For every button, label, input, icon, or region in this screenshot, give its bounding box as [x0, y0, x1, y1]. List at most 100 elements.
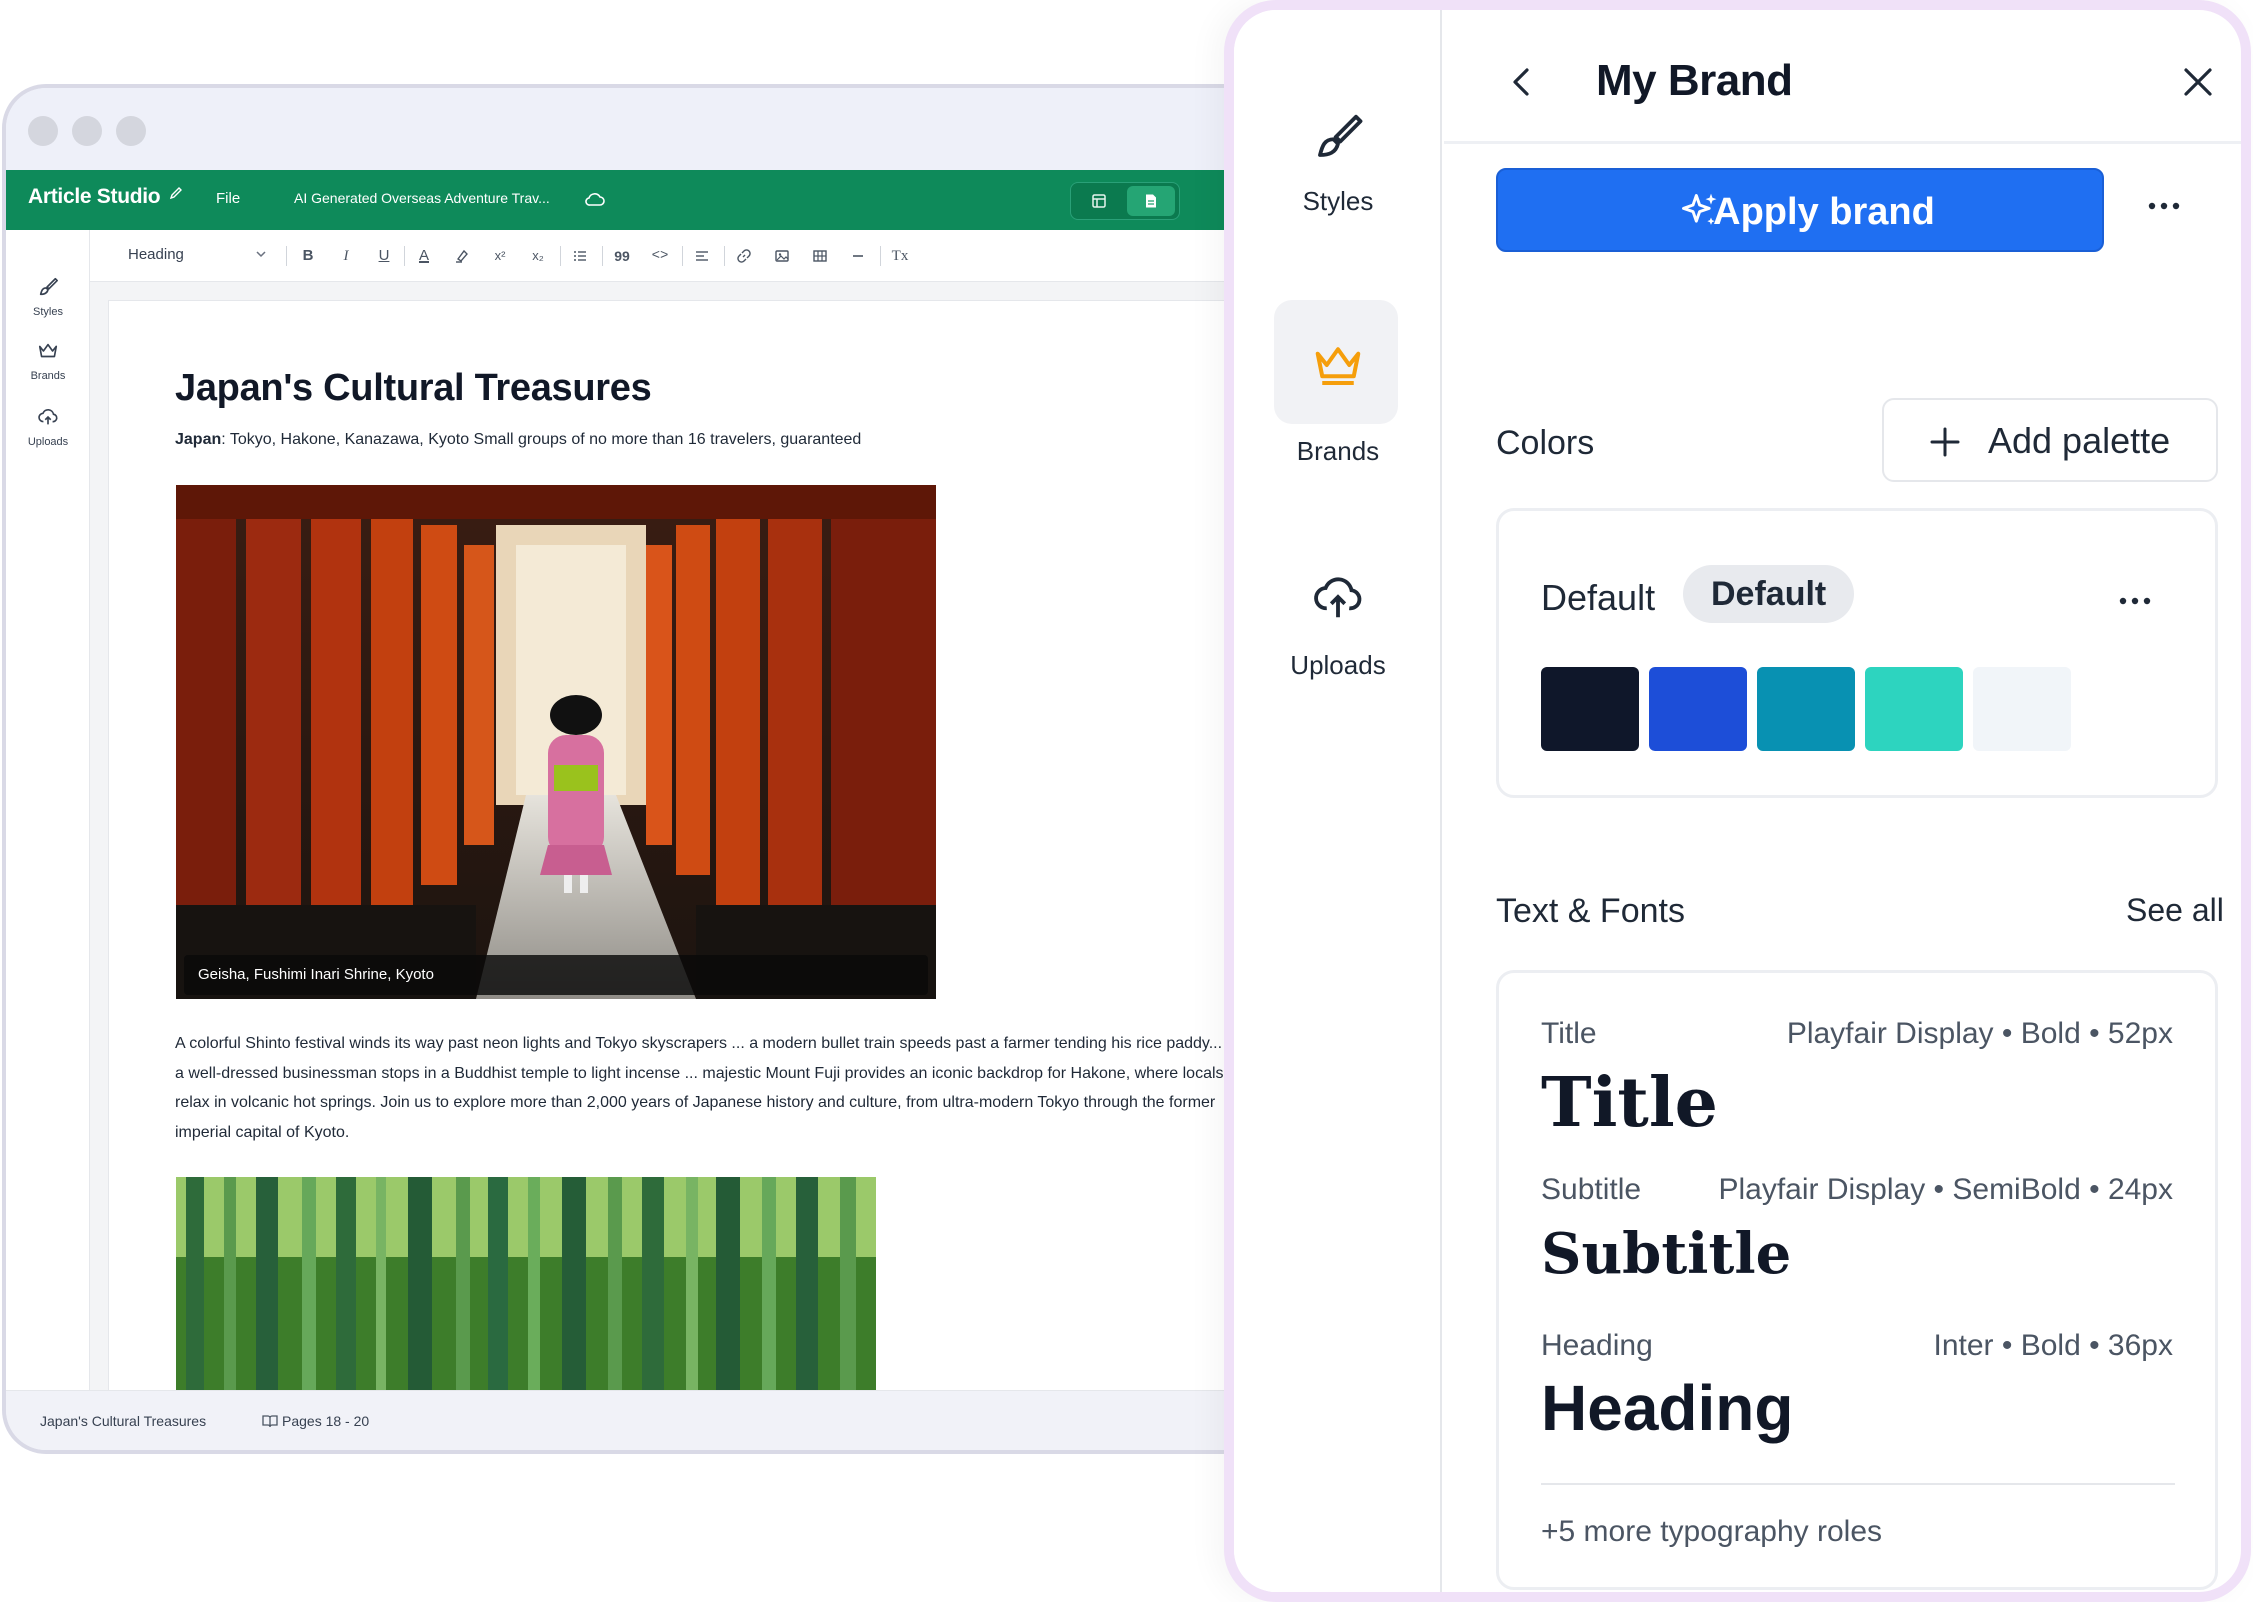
bullet-list-button[interactable] [568, 244, 592, 268]
subscript-button[interactable]: x₂ [526, 244, 550, 268]
paintbrush-icon [39, 277, 58, 296]
italic-button[interactable]: I [334, 244, 358, 268]
text-color-button[interactable]: A [412, 244, 436, 268]
rail-item-styles[interactable]: Styles [6, 276, 90, 318]
back-arrow-icon[interactable] [1502, 62, 1542, 102]
document-subtitle[interactable]: Japan: Tokyo, Hakone, Kanazawa, Kyoto Sm… [175, 431, 861, 449]
editor-window: Article Studio File AI Generated Oversea… [2, 84, 1362, 1454]
divider-button[interactable] [846, 244, 870, 268]
color-swatch[interactable] [1649, 667, 1747, 751]
toolbar-divider [404, 246, 405, 266]
more-options-icon[interactable] [2144, 196, 2184, 216]
panel-rail-label-brands: Brands [1296, 436, 1380, 466]
panel-rail-label-uploads: Uploads [1290, 650, 1386, 680]
document-name[interactable]: AI Generated Overseas Adventure Trav... [294, 190, 550, 206]
apply-brand-button[interactable]: Apply brand [1496, 168, 2104, 252]
chevron-down-icon [256, 251, 266, 258]
color-swatch[interactable] [1973, 667, 2071, 751]
more-typography-roles-link[interactable]: +5 more typography roles [1541, 1515, 1882, 1549]
panel-rail-item-brands[interactable]: Brands [1234, 338, 1442, 467]
add-palette-button[interactable]: Add palette [1882, 398, 2218, 482]
panel-rail-item-styles[interactable]: Styles [1234, 110, 1442, 217]
quote-button[interactable]: 99 [610, 244, 634, 268]
bold-button[interactable]: B [296, 244, 320, 268]
document-page[interactable]: Japan's Cultural Treasures Japan: Tokyo,… [108, 300, 1358, 1410]
palette-card[interactable]: Default Default [1496, 508, 2218, 798]
typography-sample-subtitle[interactable]: Subtitle [1541, 1221, 1791, 1287]
shrine-photo[interactable]: Geisha, Fushimi Inari Shrine, Kyoto [176, 485, 936, 999]
link-icon [737, 249, 751, 263]
add-palette-label: Add palette [1988, 420, 2171, 461]
subtitle-text: : Tokyo, Hakone, Kanazawa, Kyoto Small g… [221, 431, 862, 448]
color-swatch[interactable] [1541, 667, 1639, 751]
link-button[interactable] [732, 244, 756, 268]
window-maximize-dot[interactable] [116, 116, 146, 146]
window-minimize-dot[interactable] [72, 116, 102, 146]
cloud-upload-icon [1314, 577, 1362, 618]
brand-panel: Styles Brands Uploads My Brand Apply bra… [1224, 0, 2251, 1602]
layout-view-button[interactable] [1075, 186, 1123, 216]
crown-icon [1315, 347, 1361, 386]
window-titlebar [6, 88, 1358, 170]
torii-gates-image [176, 485, 936, 999]
block-style-select[interactable]: Heading [128, 240, 278, 270]
file-menu[interactable]: File [216, 190, 240, 207]
align-left-icon [696, 251, 708, 261]
close-icon[interactable] [2178, 62, 2218, 102]
horizontal-rule-icon [853, 255, 863, 257]
see-all-link[interactable]: See all [2126, 892, 2224, 929]
cloud-sync-icon[interactable] [584, 191, 606, 207]
status-document-title: Japan's Cultural Treasures [40, 1413, 207, 1429]
typography-spec-title: Playfair Display • Bold • 52px [1786, 1017, 2173, 1050]
crown-icon [38, 343, 58, 358]
superscript-button[interactable]: x² [488, 244, 512, 268]
document-body-paragraph[interactable]: A colorful Shinto festival winds its way… [175, 1029, 1235, 1147]
document-title[interactable]: Japan's Cultural Treasures [175, 367, 652, 410]
document-canvas: Japan's Cultural Treasures Japan: Tokyo,… [90, 282, 1358, 1410]
align-button[interactable] [690, 244, 714, 268]
color-swatch[interactable] [1757, 667, 1855, 751]
table-button[interactable] [808, 244, 832, 268]
editor-left-rail: Styles Brands Uploads [6, 230, 90, 1390]
panel-rail-item-uploads[interactable]: Uploads [1234, 570, 1442, 681]
palette-more-icon[interactable] [2115, 591, 2155, 611]
color-swatch[interactable] [1865, 667, 1963, 751]
typography-sample-heading[interactable]: Heading [1541, 1371, 1793, 1445]
status-pages[interactable]: Pages 18 - 20 [262, 1413, 369, 1429]
view-toggle [1070, 182, 1180, 220]
code-button[interactable]: <> [648, 244, 672, 268]
palette-name: Default [1541, 577, 1656, 618]
layout-icon [1092, 194, 1106, 208]
rail-item-uploads[interactable]: Uploads [6, 406, 90, 448]
typography-role-subtitle: Subtitle [1541, 1173, 1642, 1206]
cloud-upload-icon [38, 408, 58, 425]
typography-divider [1541, 1483, 2175, 1485]
typography-role-heading: Heading [1541, 1329, 1653, 1362]
pen-icon [169, 187, 182, 200]
underline-button[interactable]: U [372, 244, 396, 268]
panel-content: My Brand Apply brand Colors Add palette … [1444, 10, 2241, 1592]
photo-caption[interactable]: Geisha, Fushimi Inari Shrine, Kyoto [184, 955, 928, 995]
colors-heading: Colors [1496, 424, 1595, 462]
rail-item-brands[interactable]: Brands [6, 340, 90, 382]
window-close-dot[interactable] [28, 116, 58, 146]
panel-header: My Brand [1444, 10, 2241, 144]
typography-sample-title[interactable]: Title [1541, 1063, 1718, 1143]
toolbar-divider [560, 246, 561, 266]
typography-spec-heading: Inter • Bold • 36px [1933, 1329, 2173, 1362]
format-toolbar: Heading B I U A x² x₂ 99 <> Tx [90, 230, 1358, 282]
text-fonts-heading: Text & Fonts [1496, 892, 1685, 930]
panel-title: My Brand [1596, 56, 1793, 105]
toolbar-divider [880, 246, 881, 266]
document-view-button[interactable] [1127, 186, 1175, 216]
paintbrush-icon [1318, 114, 1363, 157]
bamboo-forest-image [176, 1177, 876, 1409]
clear-format-button[interactable]: Tx [888, 244, 912, 268]
table-icon [813, 250, 827, 262]
subtitle-bold: Japan [175, 431, 222, 448]
highlight-button[interactable] [450, 244, 474, 268]
typography-card[interactable]: Title Playfair Display • Bold • 52px Tit… [1496, 970, 2218, 1590]
bamboo-photo[interactable] [176, 1177, 876, 1409]
list-icon [574, 251, 586, 261]
image-button[interactable] [770, 244, 794, 268]
